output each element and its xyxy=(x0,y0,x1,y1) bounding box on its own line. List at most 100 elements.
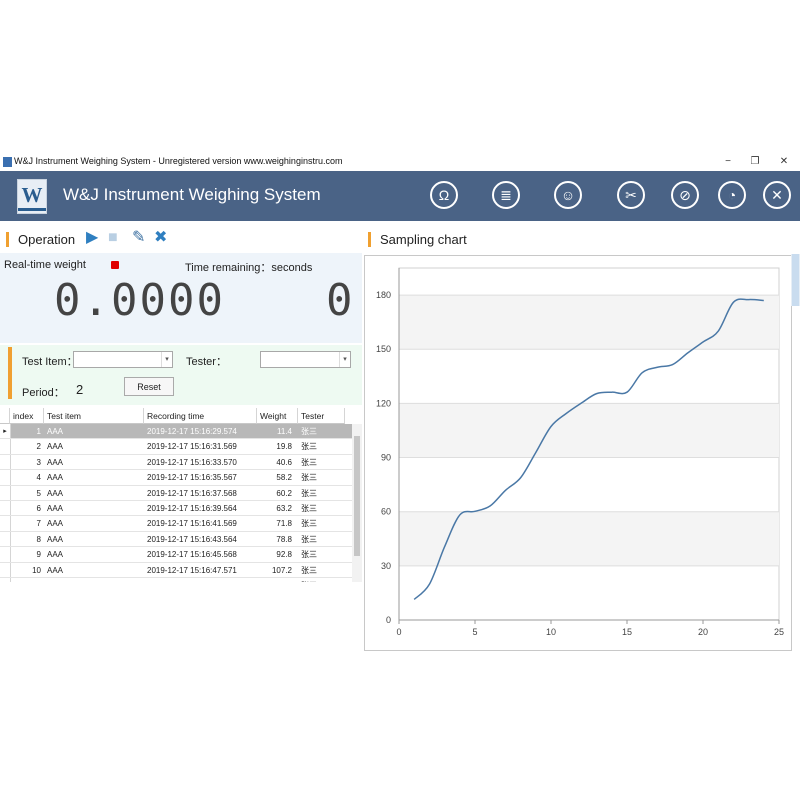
database-icon[interactable]: ≣ xyxy=(492,181,520,209)
cell-recording-time: 2019-12-17 15:16:31.569 xyxy=(147,442,237,452)
cell-recording-time: 2019-12-17 15:16:43.564 xyxy=(147,534,237,544)
x-tick-label: 10 xyxy=(546,627,556,637)
cell-test-item: AAA xyxy=(47,534,64,544)
table-row[interactable]: 6 AAA 2019-12-17 15:16:39.564 63.2 张三 xyxy=(0,501,352,517)
tester-label: Tester： xyxy=(186,356,227,368)
cell-index: 3 xyxy=(36,457,41,467)
minimize-button[interactable]: − xyxy=(718,154,738,170)
user-icon[interactable]: ☺ xyxy=(554,181,582,209)
app-icon xyxy=(3,157,12,167)
period-label: Period： xyxy=(22,387,65,399)
stop-icon[interactable]: ■ xyxy=(108,228,118,248)
cell-weight: 60.2 xyxy=(276,488,292,498)
cell-weight: 107.2 xyxy=(271,565,292,575)
cell-tester: 张三 xyxy=(301,473,317,483)
y-tick-label: 180 xyxy=(376,290,391,300)
table-row[interactable]: 11 AAA 2019-12-17 15:16:49.565 114.4 张三 xyxy=(0,578,352,582)
x-tick-label: 25 xyxy=(774,627,784,637)
cell-test-item: AAA xyxy=(47,550,64,560)
cell-recording-time: 2019-12-17 15:16:45.568 xyxy=(147,550,237,560)
grid-band xyxy=(399,295,779,350)
play-icon[interactable]: ▶ xyxy=(86,228,98,248)
sampling-chart: 0 30 60 90 120 150 180 0 5 10 15 20 25 xyxy=(364,255,792,651)
operation-label: Operation xyxy=(18,232,76,247)
cell-weight: 71.8 xyxy=(276,519,292,529)
cell-weight: 78.8 xyxy=(276,534,292,544)
chart-header: Sampling chart xyxy=(368,229,488,251)
scissors-icon[interactable]: ✂ xyxy=(617,181,645,209)
cell-tester: 张三 xyxy=(301,534,317,544)
cell-test-item: AAA xyxy=(47,427,64,436)
table-scrollbar[interactable] xyxy=(352,424,362,582)
title-bar: W&J Instrument Weighing System - Unregis… xyxy=(0,153,800,171)
y-tick-label: 60 xyxy=(381,507,391,517)
time-remaining-label: Time remaining：seconds xyxy=(185,262,313,274)
cell-test-item: AAA xyxy=(47,519,64,529)
cell-index: 5 xyxy=(36,488,41,498)
weight-display: Real-time weight Time remaining：seconds … xyxy=(0,253,362,343)
cell-index: 7 xyxy=(36,519,41,529)
y-tick-label: 120 xyxy=(376,398,391,408)
app-title: W&J Instrument Weighing System xyxy=(63,185,321,204)
cell-test-item: AAA xyxy=(47,442,64,452)
tester-select[interactable]: ▾ xyxy=(260,351,351,368)
app-header: W W&J Instrument Weighing System Ω ≣ ☺ ✂… xyxy=(0,171,800,221)
cell-weight: 40.6 xyxy=(276,457,292,467)
cell-weight: 19.8 xyxy=(276,442,292,452)
close-circle-icon[interactable]: ✕ xyxy=(763,181,791,209)
y-tick-label: 30 xyxy=(381,561,391,571)
table-row[interactable]: 10 AAA 2019-12-17 15:16:47.571 107.2 张三 xyxy=(0,562,352,578)
chart-svg: 0 30 60 90 120 150 180 0 5 10 15 20 25 xyxy=(376,267,784,637)
x-tick-label: 5 xyxy=(472,627,477,637)
cell-test-item: AAA xyxy=(47,457,64,467)
column-header-index[interactable]: index xyxy=(10,408,44,424)
table-row[interactable]: 2 AAA 2019-12-17 15:16:31.569 19.8 张三 xyxy=(0,439,352,455)
reset-button[interactable]: Reset xyxy=(124,377,174,396)
clock-icon[interactable]: ◔ xyxy=(718,181,746,209)
logo-letter: W xyxy=(21,183,43,207)
x-tick-label: 15 xyxy=(622,627,632,637)
chart-label: Sampling chart xyxy=(380,232,467,247)
x-tick-label: 0 xyxy=(396,627,401,637)
test-item-select[interactable]: ▾ xyxy=(73,351,173,368)
table-row[interactable]: 4 AAA 2019-12-17 15:16:35.567 58.2 张三 xyxy=(0,470,352,486)
app-window: W&J Instrument Weighing System - Unregis… xyxy=(0,153,800,651)
cell-weight: 114.4 xyxy=(254,578,292,582)
cell-test-item: AAA xyxy=(47,565,64,575)
table-row[interactable]: 5 AAA 2019-12-17 15:16:37.568 60.2 张三 xyxy=(0,485,352,501)
column-header-tester[interactable]: Tester xyxy=(298,408,345,424)
cell-recording-time: 2019-12-17 15:16:33.570 xyxy=(147,457,237,467)
omega-icon[interactable]: Ω xyxy=(430,181,458,209)
table-row[interactable]: ▸ 1 AAA 2019-12-17 15:16:29.574 11.4 张三 xyxy=(0,424,352,440)
restore-button[interactable]: ❐ xyxy=(745,154,765,170)
right-edge-scrollbar[interactable] xyxy=(791,254,800,306)
close-button[interactable]: ✕ xyxy=(774,154,794,170)
chart-panel: Sampling chart 0 30 60 90 120 150 180 0 5 10 15 20 2… xyxy=(364,221,800,651)
column-header-test-item[interactable]: Test item xyxy=(44,408,144,424)
cell-recording-time: 2019-12-17 15:16:47.571 xyxy=(147,565,237,575)
cell-index: 8 xyxy=(36,534,41,544)
cell-tester: 张三 xyxy=(301,519,317,529)
compass-icon[interactable]: ⊘ xyxy=(671,181,699,209)
cell-recording-time: 2019-12-17 15:16:41.569 xyxy=(147,519,237,529)
x-tick-label: 20 xyxy=(698,627,708,637)
cell-tester: 张三 xyxy=(301,565,317,575)
cell-test-item: AAA xyxy=(47,488,64,498)
scrollbar-thumb[interactable] xyxy=(354,436,360,556)
tools-icon[interactable]: ✖ xyxy=(154,228,167,248)
records-table: index Test item Recording time Weight Te… xyxy=(0,408,362,582)
cell-recording-time: 2019-12-17 15:16:37.568 xyxy=(147,488,237,498)
cell-index: 11 xyxy=(7,578,41,582)
cell-weight: 11.4 xyxy=(277,427,292,436)
table-row[interactable]: 3 AAA 2019-12-17 15:16:33.570 40.6 张三 xyxy=(0,454,352,471)
table-row[interactable]: 8 AAA 2019-12-17 15:16:43.564 78.8 张三 xyxy=(0,531,352,548)
y-tick-label: 0 xyxy=(386,615,391,625)
edit-icon[interactable]: ✎ xyxy=(132,228,145,248)
realtime-weight-label: Real-time weight xyxy=(4,259,86,271)
window-title: W&J Instrument Weighing System - Unregis… xyxy=(14,156,343,166)
column-header-weight[interactable]: Weight xyxy=(257,408,298,424)
table-row[interactable]: 9 AAA 2019-12-17 15:16:45.568 92.8 张三 xyxy=(0,547,352,563)
column-header-recording-time[interactable]: Recording time xyxy=(144,408,257,424)
table-row[interactable]: 7 AAA 2019-12-17 15:16:41.569 71.8 张三 xyxy=(0,516,352,532)
cell-recording-time: 2019-12-17 15:16:35.567 xyxy=(147,473,237,483)
